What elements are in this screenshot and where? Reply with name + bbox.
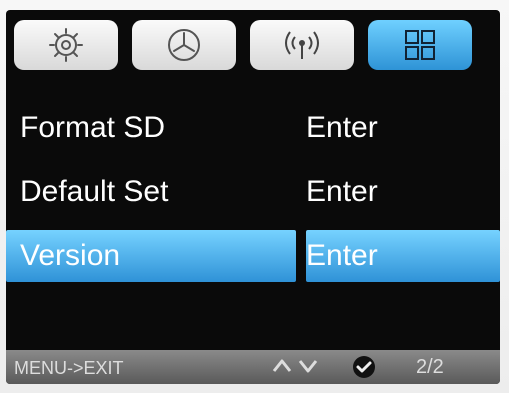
menu-item-label: Version	[20, 239, 121, 272]
tab-clock[interactable]	[132, 20, 236, 70]
confirm-check-icon	[351, 354, 377, 384]
grid-icon	[405, 30, 435, 60]
up-down-arrows-icon	[266, 355, 326, 382]
menu-item-value[interactable]: Enter	[306, 174, 378, 210]
device-bezel: Format SD Enter Default Set Enter Versio…	[0, 0, 509, 393]
menu-item-label: Default Set	[20, 175, 169, 208]
tab-wireless[interactable]	[250, 20, 354, 70]
wireless-icon	[285, 31, 319, 59]
menu-item-version[interactable]: Version Enter	[6, 230, 500, 282]
menu-list: Format SD Enter Default Set Enter Versio…	[6, 102, 500, 294]
menu-tabs	[6, 10, 500, 80]
menu-item-format-sd[interactable]: Format SD Enter	[6, 102, 500, 154]
menu-exit-hint: MENU->EXIT	[14, 358, 124, 378]
camera-screen: Format SD Enter Default Set Enter Versio…	[6, 10, 500, 384]
page-indicator: 2/2	[416, 356, 444, 378]
gear-icon	[49, 28, 83, 62]
menu-item-value[interactable]: Enter	[306, 110, 378, 146]
menu-item-label: Format SD	[20, 111, 166, 144]
tab-system[interactable]	[368, 20, 472, 70]
clock-icon	[168, 29, 200, 61]
tab-settings[interactable]	[14, 20, 118, 70]
menu-item-default-set[interactable]: Default Set Enter	[6, 166, 500, 218]
status-bar: MENU->EXIT 2/2	[6, 350, 500, 384]
menu-item-value[interactable]: Enter	[306, 238, 378, 274]
